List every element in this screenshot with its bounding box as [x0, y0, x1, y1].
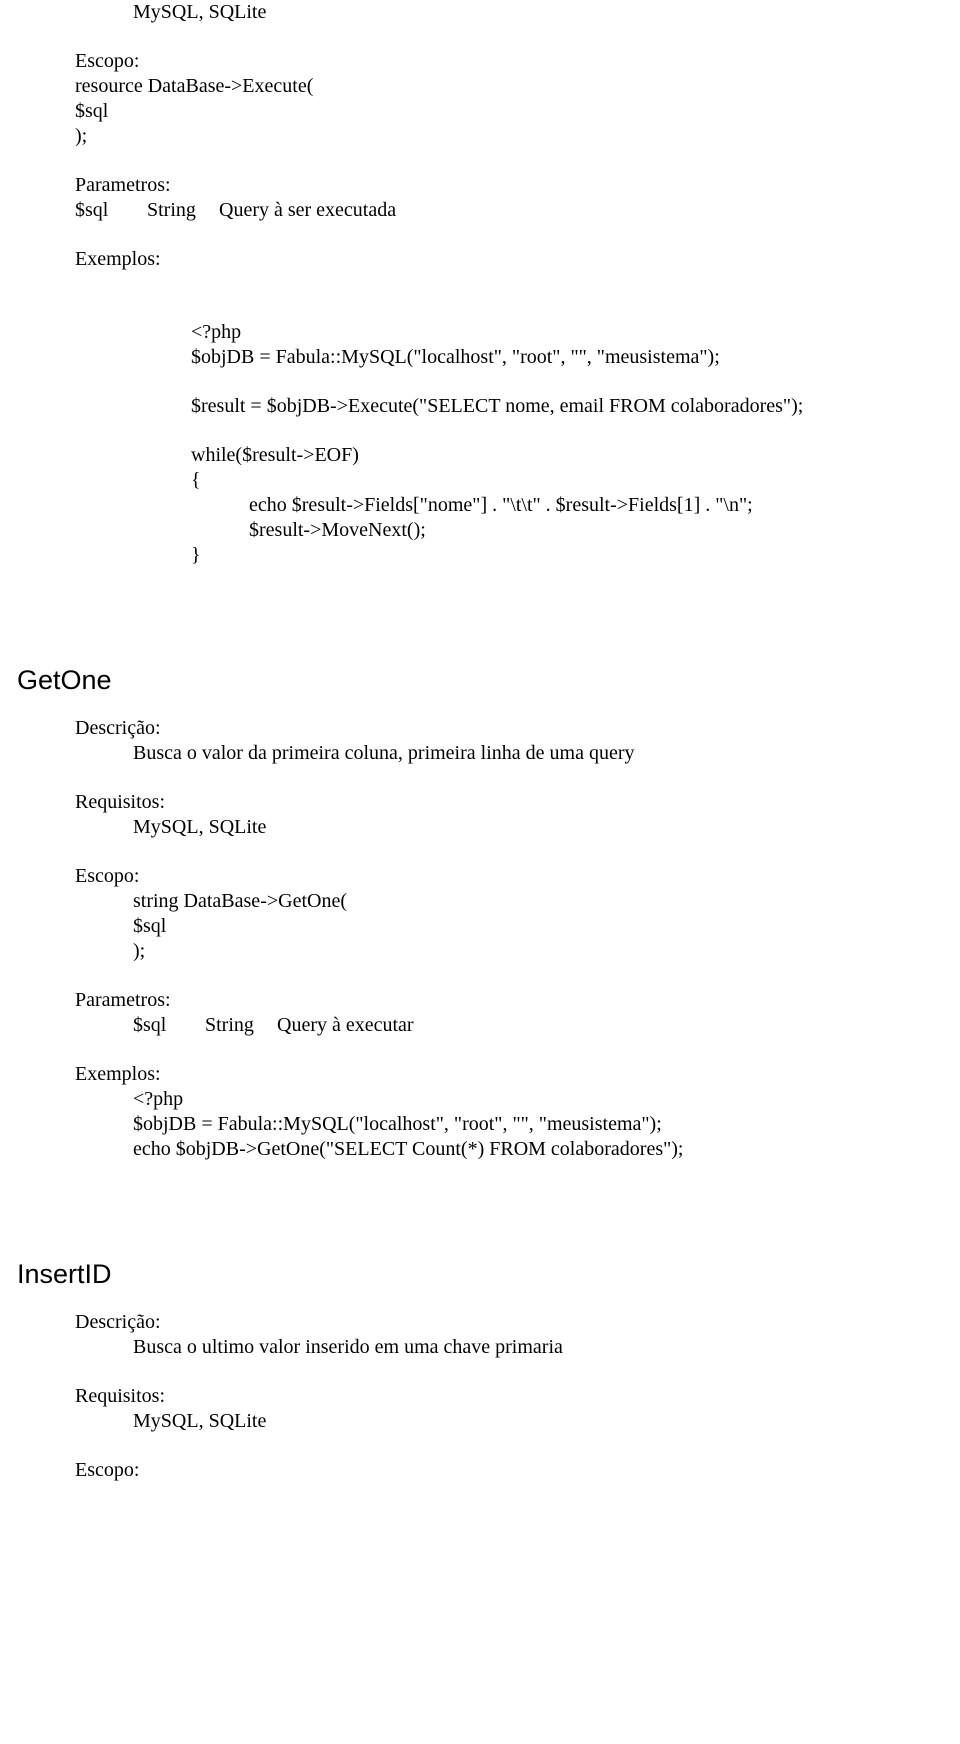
execute-code-line: <?php	[191, 320, 885, 345]
getone-escopo-label: Escopo:	[75, 864, 885, 889]
getone-param-name: $sql	[133, 1013, 205, 1038]
execute-param-type: String	[147, 198, 219, 223]
execute-code-line: $objDB = Fabula::MySQL("localhost", "roo…	[191, 345, 885, 370]
getone-escopo-line3: );	[133, 939, 885, 964]
getone-descricao-label: Descrição:	[75, 716, 885, 741]
execute-escopo-line3: );	[75, 124, 885, 149]
execute-code-line: $result->MoveNext();	[249, 518, 885, 543]
getone-requisitos-label: Requisitos:	[75, 790, 885, 815]
insertid-descricao-label: Descrição:	[75, 1310, 885, 1335]
execute-param-desc: Query à ser executada	[219, 198, 885, 223]
section-heading-getone: GetOne	[17, 664, 885, 698]
getone-code-line: echo $objDB->GetOne("SELECT Count(*) FRO…	[133, 1137, 885, 1162]
insertid-requisitos-label: Requisitos:	[75, 1384, 885, 1409]
getone-param-type: String	[205, 1013, 277, 1038]
page: MySQL, SQLite Escopo: resource DataBase-…	[0, 0, 960, 1523]
section-heading-insertid: InsertID	[17, 1258, 885, 1292]
insertid-escopo-label: Escopo:	[75, 1458, 885, 1483]
getone-code-line: <?php	[133, 1087, 885, 1112]
execute-code-line: echo $result->Fields["nome"] . "\t\t" . …	[249, 493, 885, 518]
getone-param-row: $sql String Query à executar	[133, 1013, 885, 1038]
getone-descricao-value: Busca o valor da primeira coluna, primei…	[133, 741, 885, 766]
execute-code-line: {	[191, 468, 885, 493]
getone-escopo-line2: $sql	[133, 914, 885, 939]
execute-code-line: while($result->EOF)	[191, 443, 885, 468]
getone-escopo-line1: string DataBase->GetOne(	[133, 889, 885, 914]
getone-exemplos-label: Exemplos:	[75, 1062, 885, 1087]
execute-requisitos-value: MySQL, SQLite	[133, 0, 885, 25]
getone-param-desc: Query à executar	[277, 1013, 885, 1038]
execute-code-line: }	[191, 543, 885, 568]
getone-parametros-label: Parametros:	[75, 988, 885, 1013]
execute-param-row: $sql String Query à ser executada	[75, 198, 885, 223]
execute-param-name: $sql	[75, 198, 147, 223]
execute-escopo-line2: $sql	[75, 99, 885, 124]
execute-code-line: $result = $objDB->Execute("SELECT nome, …	[191, 394, 885, 419]
insertid-descricao-value: Busca o ultimo valor inserido em uma cha…	[133, 1335, 885, 1360]
execute-escopo-line1: resource DataBase->Execute(	[75, 74, 885, 99]
insertid-requisitos-value: MySQL, SQLite	[133, 1409, 885, 1434]
getone-requisitos-value: MySQL, SQLite	[133, 815, 885, 840]
execute-exemplos-label: Exemplos:	[75, 247, 885, 272]
execute-escopo-label: Escopo:	[75, 49, 885, 74]
execute-parametros-label: Parametros:	[75, 173, 885, 198]
getone-code-line: $objDB = Fabula::MySQL("localhost", "roo…	[133, 1112, 885, 1137]
